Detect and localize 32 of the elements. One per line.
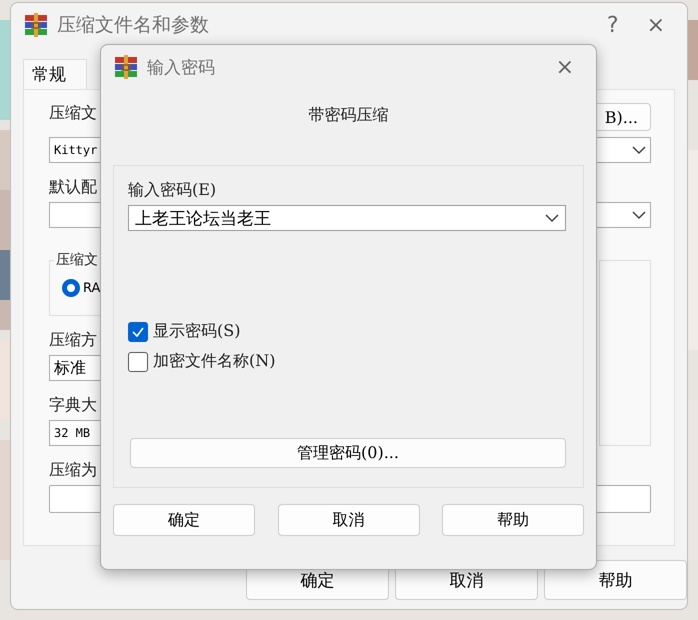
group-label: 压缩文 [54, 251, 100, 269]
checkbox-label: 显示密码(S) [153, 321, 240, 342]
manage-passwords-button[interactable]: 管理密码(0)... [130, 438, 566, 468]
books-icon [23, 12, 49, 38]
field-label: 压缩为 [49, 460, 97, 481]
chevron-down-icon [632, 145, 646, 155]
dialog-button[interactable]: 帮助 [442, 504, 584, 536]
field-label: 字典大 [49, 395, 97, 416]
dialog-button[interactable]: 帮助 [544, 560, 687, 600]
field-label: 压缩文 [49, 103, 97, 124]
dialog-heading: 带密码压缩 [308, 105, 390, 126]
field-label: 输入密码(E) [128, 180, 216, 201]
password-combo[interactable]: 上老王论坛当老王 [128, 205, 566, 231]
books-icon [113, 54, 139, 80]
checkbox-label: 加密文件名称(N) [153, 351, 276, 372]
checkbox[interactable] [128, 322, 148, 342]
chevron-down-icon [632, 210, 646, 220]
window-title: 输入密码 [147, 56, 216, 78]
help-button[interactable]: ? [596, 12, 629, 38]
checkbox[interactable] [128, 352, 148, 372]
close-button[interactable]: × [546, 54, 584, 80]
dialog-button[interactable]: 确定 [113, 504, 255, 536]
chevron-down-icon [545, 213, 559, 223]
window-title: 压缩文件名和参数 [57, 13, 210, 38]
close-button[interactable]: × [636, 12, 675, 38]
radio-button[interactable] [62, 279, 80, 297]
field-label: 压缩方 [49, 330, 97, 351]
dialog-button[interactable]: 取消 [278, 504, 420, 536]
tab[interactable]: 常规 [23, 59, 87, 89]
radio-label: RA [83, 280, 100, 296]
field-label: 默认配 [49, 177, 97, 198]
checkmark-icon [131, 324, 145, 338]
